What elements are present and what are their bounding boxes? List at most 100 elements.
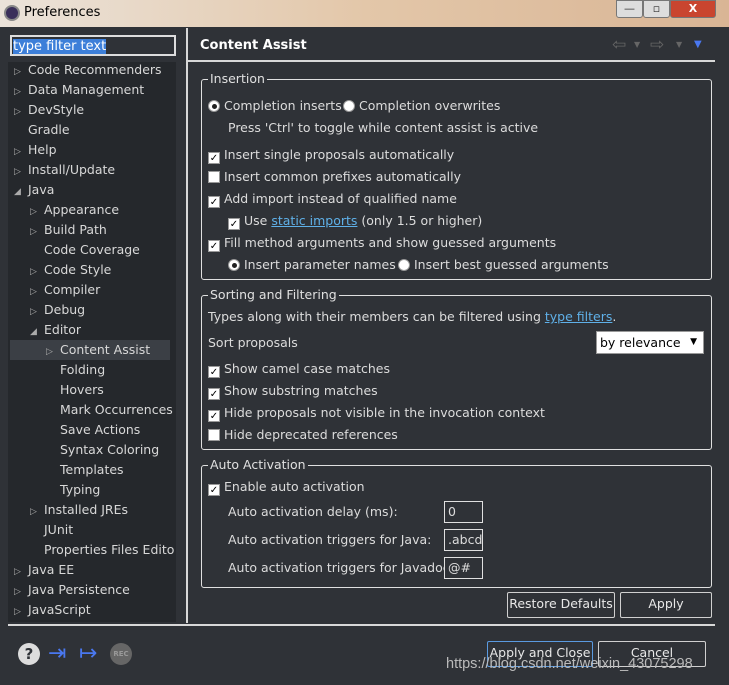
tree-item[interactable]: Save Actions <box>46 420 140 440</box>
type-filters-link[interactable]: type filters <box>545 309 613 324</box>
collapsed-arrow-icon[interactable]: ▷ <box>30 302 44 322</box>
static-imports-link[interactable]: static imports <box>271 213 357 228</box>
forward-icon[interactable]: ⇨ <box>650 35 664 55</box>
insert-prefixes-checkbox[interactable]: Insert common prefixes automatically <box>208 169 461 185</box>
tree-item-label: Hovers <box>60 382 104 397</box>
tree-item[interactable]: JUnit <box>30 520 73 540</box>
collapsed-arrow-icon[interactable]: ▷ <box>14 562 28 582</box>
apply-button[interactable]: Apply <box>620 592 712 618</box>
collapsed-arrow-icon[interactable]: ▷ <box>14 582 28 602</box>
watermark: https://blog.csdn.net/weixin_43075298 <box>446 656 693 672</box>
group-label: Auto Activation <box>208 457 308 472</box>
tree-item[interactable]: ▷ Java EE <box>14 560 74 580</box>
tree-item[interactable]: ▷ Data Management <box>14 80 144 100</box>
delay-input[interactable]: 0 <box>444 501 483 523</box>
tree-item[interactable]: ◢ Java <box>14 180 54 200</box>
sort-proposals-select[interactable]: by relevance ▼ <box>596 331 704 354</box>
view-menu-icon[interactable]: ▼ <box>694 39 702 50</box>
tree-item[interactable]: Folding <box>46 360 105 380</box>
collapsed-arrow-icon[interactable]: ▷ <box>14 62 28 82</box>
tree-item-label: Debug <box>44 302 86 317</box>
tree-item[interactable]: Properties Files Edito <box>30 540 174 560</box>
tree-item[interactable]: ▷ Help <box>14 140 57 160</box>
tree-item[interactable]: Templates <box>46 460 124 480</box>
tree-item-label: Java Persistence <box>28 582 130 597</box>
collapsed-arrow-icon[interactable]: ▷ <box>30 222 44 242</box>
collapsed-arrow-icon[interactable]: ▷ <box>14 102 28 122</box>
import-icon[interactable]: ⇥ <box>48 643 70 665</box>
insert-single-checkbox[interactable]: ✓ Insert single proposals automatically <box>208 147 454 164</box>
enable-auto-activation-checkbox[interactable]: ✓ Enable auto activation <box>208 479 365 496</box>
sort-proposals-label: Sort proposals <box>208 335 298 350</box>
tree-item[interactable]: ▷ Java Persistence <box>14 580 130 600</box>
expanded-arrow-icon[interactable]: ◢ <box>14 182 28 202</box>
hide-invisible-checkbox[interactable]: ✓ Hide proposals not visible in the invoc… <box>208 405 545 422</box>
collapsed-arrow-icon[interactable]: ▷ <box>14 162 28 182</box>
collapsed-arrow-icon[interactable]: ▷ <box>14 82 28 102</box>
collapsed-arrow-icon[interactable]: ▷ <box>14 142 28 162</box>
collapsed-arrow-icon[interactable]: ▷ <box>46 342 60 362</box>
substring-checkbox[interactable]: ✓ Show substring matches <box>208 383 378 400</box>
use-static-imports-checkbox[interactable]: ✓ Use static imports (only 1.5 or higher) <box>228 213 482 230</box>
tree-item[interactable]: ▷ Content Assist <box>10 340 170 360</box>
tree-item-label: Properties Files Edito <box>44 542 175 557</box>
filter-text[interactable]: type filter text <box>13 39 107 54</box>
tree-item[interactable]: ▷ Installed JREs <box>30 500 128 520</box>
insert-parameter-names-radio[interactable]: Insert parameter names <box>228 257 396 273</box>
tree-item-label: JavaScript <box>28 602 91 617</box>
tree-item-label: Templates <box>60 462 124 477</box>
minimize-button[interactable]: — <box>616 0 643 18</box>
tree-item-label: Java <box>28 182 55 197</box>
page-title: Content Assist <box>200 38 307 53</box>
tree-item[interactable]: Syntax Coloring <box>46 440 159 460</box>
tree-item[interactable]: ▷ Debug <box>30 300 85 320</box>
tree-item[interactable]: ▷ Build Path <box>30 220 107 240</box>
back-menu-icon[interactable]: ▼ <box>634 40 640 49</box>
record-icon[interactable]: REC <box>110 643 132 665</box>
tree-item[interactable]: ▷ Appearance <box>30 200 119 220</box>
tree-item[interactable]: ▷ Compiler <box>30 280 100 300</box>
tree-item[interactable]: Gradle <box>14 120 70 140</box>
collapsed-arrow-icon[interactable]: ▷ <box>30 262 44 282</box>
filter-input[interactable]: type filter text <box>10 35 176 56</box>
restore-button[interactable]: ▫ <box>643 0 670 18</box>
collapsed-arrow-icon[interactable]: ▷ <box>30 502 44 522</box>
tree-item[interactable]: Code Coverage <box>30 240 140 260</box>
java-triggers-input[interactable]: .abcd <box>444 529 483 551</box>
export-icon[interactable]: ↦ <box>79 643 101 665</box>
forward-menu-icon[interactable]: ▼ <box>676 40 682 49</box>
eclipse-icon <box>4 5 20 21</box>
fill-arguments-checkbox[interactable]: ✓ Fill method arguments and show guessed … <box>208 235 556 252</box>
back-icon[interactable]: ⇦ <box>612 35 626 55</box>
collapsed-arrow-icon[interactable]: ▷ <box>14 602 28 622</box>
completion-inserts-radio[interactable]: Completion inserts <box>208 98 342 114</box>
tree-item[interactable]: ▷ JavaScript <box>14 600 91 620</box>
java-triggers-label: Auto activation triggers for Java: <box>228 532 432 547</box>
delay-label: Auto activation delay (ms): <box>228 504 398 519</box>
camel-case-checkbox[interactable]: ✓ Show camel case matches <box>208 361 390 378</box>
tree-item[interactable]: ▷ Code Recommenders <box>14 60 162 80</box>
collapsed-arrow-icon[interactable]: ▷ <box>30 202 44 222</box>
tree-item[interactable]: Mark Occurrences <box>46 400 173 420</box>
restore-defaults-button[interactable]: Restore Defaults <box>507 592 615 618</box>
tree-item[interactable]: Typing <box>46 480 100 500</box>
insert-best-guessed-radio[interactable]: Insert best guessed arguments <box>398 257 609 273</box>
tree-item[interactable]: ▷ DevStyle <box>14 100 84 120</box>
tree-item-label: DevStyle <box>28 102 85 117</box>
tree-item[interactable]: ▷ Code Style <box>30 260 111 280</box>
collapsed-arrow-icon[interactable]: ▷ <box>30 282 44 302</box>
help-icon[interactable]: ? <box>18 643 40 665</box>
tree-item-label: Syntax Coloring <box>60 442 160 457</box>
hide-deprecated-checkbox[interactable]: Hide deprecated references <box>208 427 398 443</box>
tree-item-label: Typing <box>60 482 101 497</box>
add-import-checkbox[interactable]: ✓ Add import instead of qualified name <box>208 191 457 208</box>
tree-item[interactable]: ▷ Install/Update <box>14 160 115 180</box>
expanded-arrow-icon[interactable]: ◢ <box>30 322 44 342</box>
tree-item[interactable]: ◢ Editor <box>30 320 81 340</box>
group-label: Sorting and Filtering <box>208 287 339 302</box>
completion-overwrites-radio[interactable]: Completion overwrites <box>343 98 500 114</box>
javadoc-triggers-input[interactable]: @# <box>444 557 483 579</box>
tree-item[interactable]: Hovers <box>46 380 104 400</box>
tree-item-label: Code Style <box>44 262 112 277</box>
close-button[interactable]: X <box>670 0 716 18</box>
